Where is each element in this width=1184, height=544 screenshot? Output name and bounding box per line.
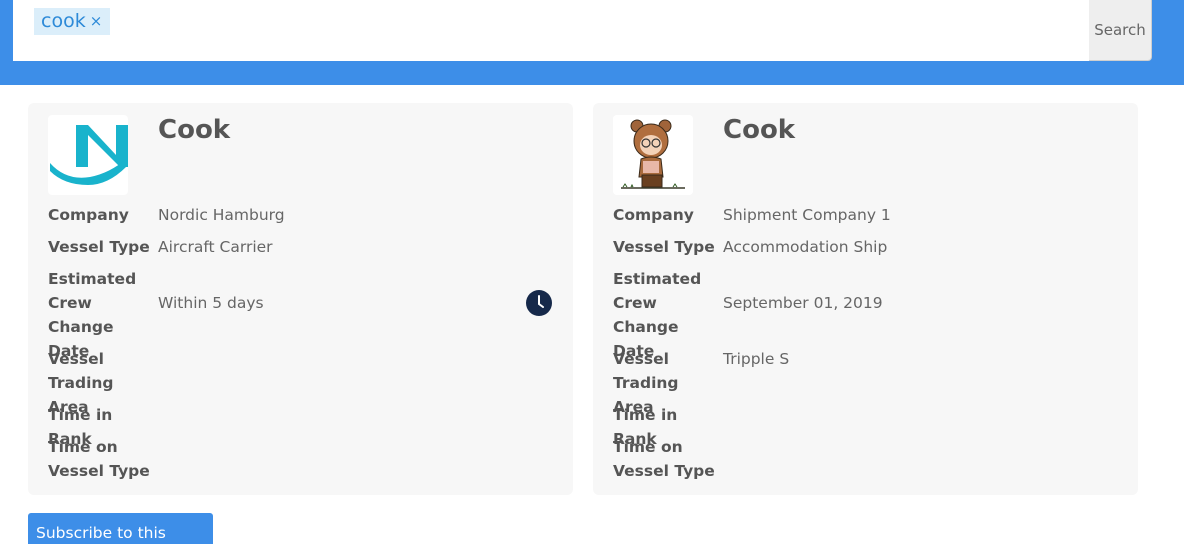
vessel-type-value: Aircraft Carrier <box>158 238 273 256</box>
crew-change-date-value: Within 5 days <box>158 294 264 312</box>
bear-costume-avatar <box>613 115 693 195</box>
crew-change-date-value: September 01, 2019 <box>723 294 883 312</box>
remove-tag-icon[interactable]: × <box>90 8 103 35</box>
search-tag[interactable]: cook × <box>34 8 111 35</box>
time-on-vessel-type-label: Time on Vessel Type <box>48 438 150 480</box>
search-bar: cook × Search <box>0 0 1184 85</box>
candidate-title[interactable]: Cook <box>723 115 795 145</box>
company-value: Nordic Hamburg <box>158 206 285 224</box>
company-logo <box>48 115 128 195</box>
vessel-type-label: Vessel Type <box>613 238 715 256</box>
time-on-vessel-type-label: Time on Vessel Type <box>613 438 715 480</box>
search-input[interactable]: cook × <box>13 0 1089 61</box>
result-card[interactable]: Cook Company Shipment Company 1 Vessel T… <box>593 103 1138 495</box>
nordic-hamburg-logo <box>50 125 128 185</box>
company-label: Company <box>48 206 129 224</box>
vessel-type-label: Vessel Type <box>48 238 150 256</box>
candidate-title[interactable]: Cook <box>158 115 230 145</box>
company-value: Shipment Company 1 <box>723 206 891 224</box>
result-card[interactable]: Cook Company Nordic Hamburg Vessel Type … <box>28 103 573 495</box>
search-button[interactable]: Search <box>1089 0 1152 61</box>
search-tag-label: cook <box>41 10 86 32</box>
trading-area-value: Tripple S <box>723 350 790 368</box>
clock-icon <box>526 290 552 316</box>
subscribe-button[interactable]: Subscribe to this search <box>28 513 213 544</box>
vessel-type-value: Accommodation Ship <box>723 238 888 256</box>
company-label: Company <box>613 206 694 224</box>
profile-avatar <box>613 115 693 195</box>
